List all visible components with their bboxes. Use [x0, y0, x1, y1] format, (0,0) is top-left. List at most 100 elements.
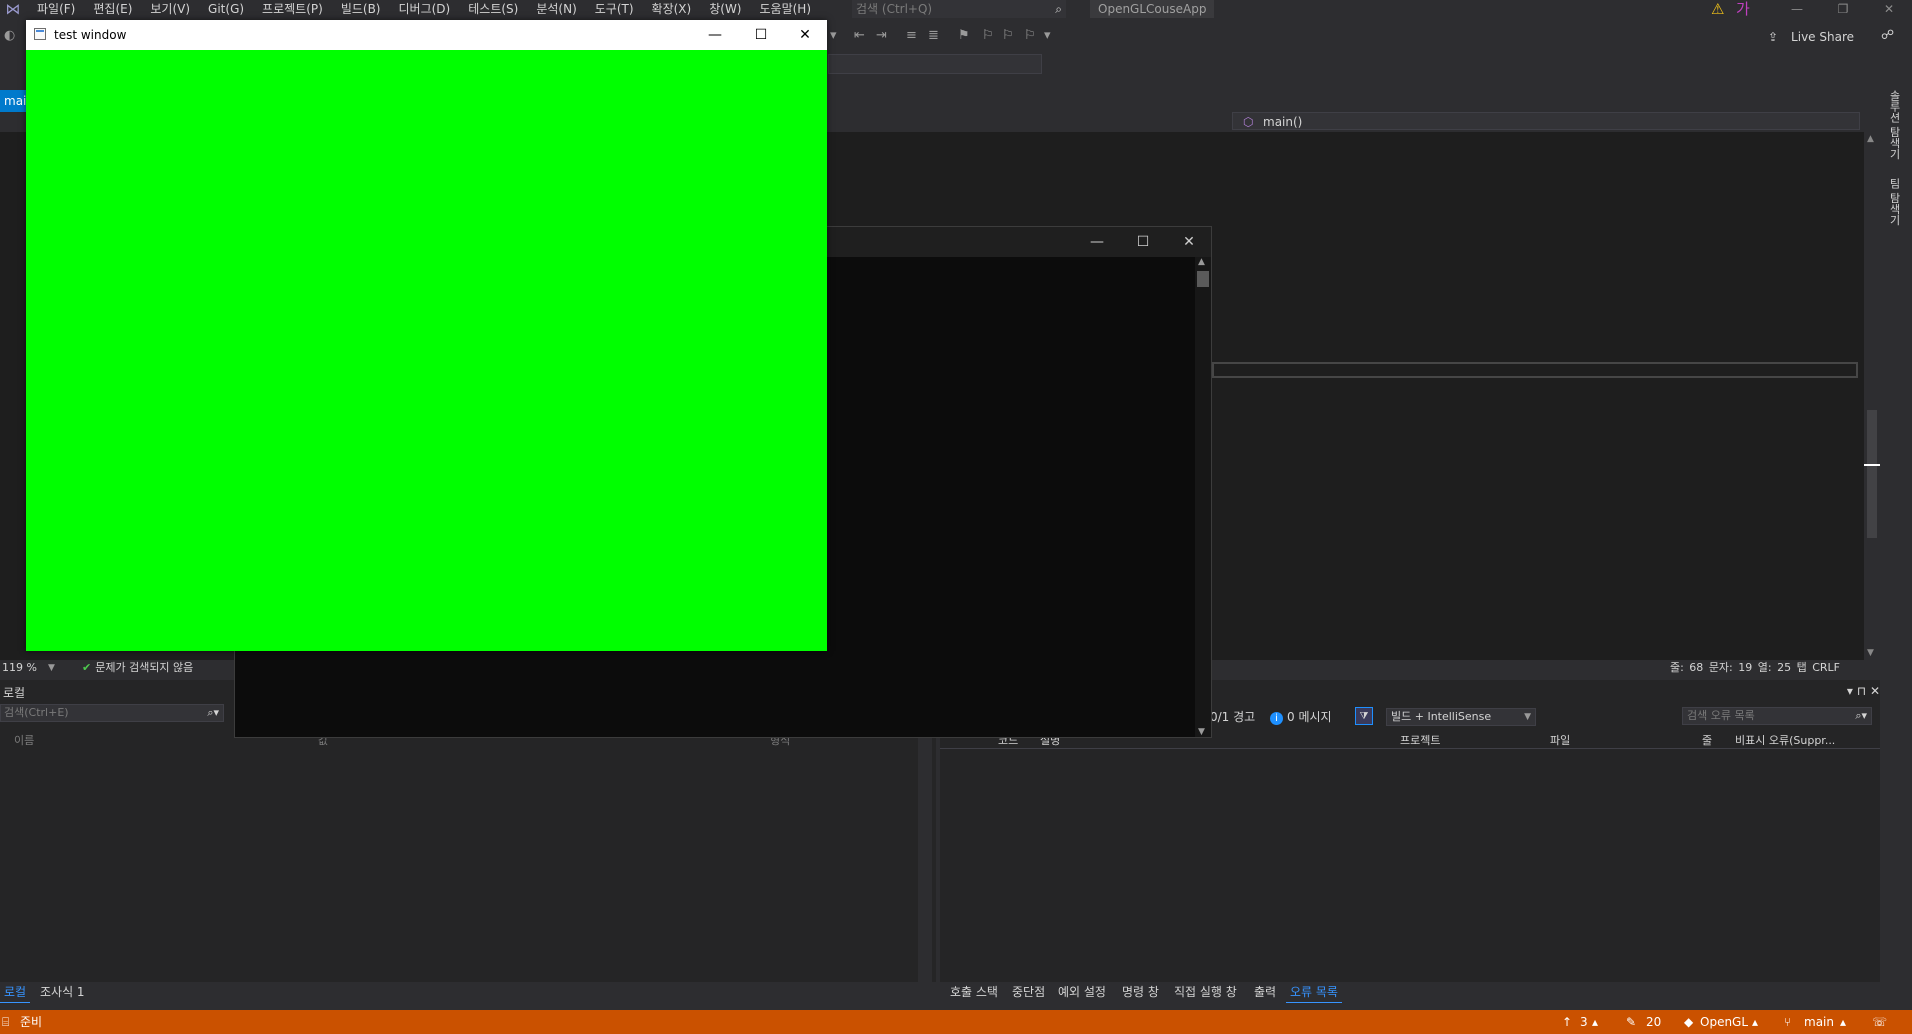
messages-filter[interactable]: i 0 메시지 — [1270, 708, 1332, 725]
panel-controls[interactable]: ▾ ⊓ ✕ — [1847, 684, 1880, 698]
tab-immediate-window[interactable]: 직접 실행 창 — [1170, 982, 1241, 1002]
uncomment-icon[interactable]: ≣ — [928, 28, 939, 43]
build-filter-dropdown[interactable]: 빌드 + IntelliSense ▼ — [1386, 708, 1536, 726]
search-icon[interactable]: ⌕▾ — [1855, 708, 1867, 724]
solution-explorer-tab[interactable]: 솔루션 탐색기 — [1886, 90, 1902, 160]
tab-locals[interactable]: 로컬 — [0, 982, 31, 1003]
scrollbar-thumb[interactable] — [1867, 410, 1877, 538]
minimize-icon[interactable]: — — [1782, 0, 1812, 18]
menu-window[interactable]: 창(W) — [700, 0, 750, 18]
toolbar-overflow-icon[interactable]: ▾ — [1044, 28, 1051, 43]
scroll-up-icon[interactable]: ▲ — [1867, 134, 1874, 144]
menu-view[interactable]: 보기(V) — [141, 0, 199, 18]
console-scrollbar[interactable]: ▲ ▼ — [1195, 257, 1211, 737]
menu-file[interactable]: 파일(F) — [28, 0, 84, 18]
right-tool-strip: 솔루션 탐색기 팀 탐색기 — [1880, 90, 1912, 1006]
repo-icon[interactable]: ◆ — [1684, 1010, 1693, 1034]
column-project[interactable]: 프로젝트 — [1400, 732, 1440, 748]
scroll-down-icon[interactable]: ▼ — [1198, 727, 1205, 737]
toolbar-dropdown-icon[interactable]: ▾ — [830, 28, 837, 43]
clear-bookmarks-icon[interactable]: ⚐ — [1024, 28, 1036, 43]
indent-icon[interactable]: ⇤ — [854, 28, 865, 43]
tab-command-window[interactable]: 명령 창 — [1118, 982, 1163, 1002]
live-share-button[interactable]: Live Share — [1791, 30, 1854, 44]
editor-scrollbar[interactable]: ▲ ▼ — [1864, 132, 1880, 660]
close-icon[interactable]: ✕ — [782, 20, 828, 50]
feedback-icon[interactable]: ☍ — [1881, 28, 1894, 43]
global-search-placeholder: 검색 (Ctrl+Q) — [856, 2, 933, 16]
toolbar-icon[interactable]: ◐ — [4, 28, 15, 43]
tab-call-stack[interactable]: 호출 스택 — [946, 982, 1002, 1002]
line-ending[interactable]: CRLF — [1812, 661, 1840, 674]
chevron-up-icon: ▴ — [1840, 1015, 1847, 1029]
next-bookmark-icon[interactable]: ⚐ — [1002, 28, 1014, 43]
scroll-down-icon[interactable]: ▼ — [1867, 648, 1874, 658]
locals-scrollbar[interactable] — [918, 720, 932, 982]
branch-icon[interactable]: ⑂ — [1784, 1010, 1791, 1034]
issues-indicator[interactable]: ✔ 문제가 검색되지 않음 — [82, 660, 193, 676]
repository-name[interactable]: OpenGL — [1700, 1010, 1748, 1034]
close-icon[interactable]: ✕ — [1874, 0, 1904, 18]
tab-output[interactable]: 출력 — [1250, 982, 1280, 1002]
notifications-icon[interactable]: ☏ — [1872, 1010, 1887, 1034]
warnings-filter[interactable]: 0/1 경고 — [1210, 708, 1255, 725]
maximize-icon[interactable]: ☐ — [738, 20, 784, 50]
menu-debug[interactable]: 디버그(D) — [390, 0, 460, 18]
current-line-highlight — [1212, 362, 1858, 378]
restore-icon[interactable]: ❐ — [1828, 0, 1858, 18]
filter-icon[interactable]: ⧩ — [1355, 707, 1373, 725]
menu-project[interactable]: 프로젝트(P) — [253, 0, 332, 18]
menu-edit[interactable]: 편집(E) — [84, 0, 141, 18]
tab-breakpoints[interactable]: 중단점 — [1008, 982, 1049, 1002]
menu-tools[interactable]: 도구(T) — [586, 0, 643, 18]
chevron-down-icon[interactable]: ▼ — [48, 660, 55, 676]
menu-build[interactable]: 빌드(B) — [332, 0, 390, 18]
push-icon[interactable]: ↑ — [1562, 1010, 1572, 1034]
comment-icon[interactable]: ≡ — [906, 28, 917, 43]
column-line[interactable]: 줄 — [1702, 732, 1712, 748]
branch-name[interactable]: main — [1804, 1010, 1834, 1034]
minimize-icon[interactable]: — — [1075, 227, 1119, 257]
error-search-input[interactable]: 검색 오류 목록 ⌕▾ — [1682, 707, 1872, 725]
minimize-icon[interactable]: — — [692, 20, 738, 50]
scroll-up-icon[interactable]: ▲ — [1198, 257, 1205, 267]
unpushed-commits[interactable]: 3 — [1580, 1010, 1588, 1034]
chevron-up-icon: ▴ — [1752, 1015, 1759, 1029]
ime-indicator[interactable]: 가 — [1736, 0, 1750, 18]
column-suppression[interactable]: 비표시 오류(Suppr... — [1735, 732, 1835, 748]
test-window-titlebar[interactable]: test window — ☐ ✕ — [26, 20, 827, 50]
zoom-level[interactable]: 119 % — [2, 660, 37, 676]
scrollbar-thumb[interactable] — [1197, 271, 1209, 287]
menu-help[interactable]: 도움말(H) — [751, 0, 821, 18]
column-name[interactable]: 이름 — [14, 732, 34, 748]
scope-dropdown[interactable]: ⬡ main() — [1232, 112, 1860, 130]
close-icon[interactable]: ✕ — [1167, 227, 1211, 257]
bookmark-icon[interactable]: ⚑ — [958, 28, 970, 43]
global-search-input[interactable]: 검색 (Ctrl+Q) ⌕ — [852, 0, 1066, 18]
maximize-icon[interactable]: ☐ — [1121, 227, 1165, 257]
solution-name: OpenGLCouseApp — [1090, 0, 1215, 18]
menu-test[interactable]: 테스트(S) — [459, 0, 527, 18]
warning-icon[interactable]: ⚠ — [1711, 0, 1724, 18]
column-file[interactable]: 파일 — [1550, 732, 1570, 748]
prev-bookmark-icon[interactable]: ⚐ — [982, 28, 994, 43]
pending-changes[interactable]: 20 — [1646, 1010, 1661, 1034]
opengl-render-canvas[interactable] — [26, 50, 827, 651]
visual-studio-logo-icon[interactable]: ⋈ — [2, 0, 24, 18]
locals-search-input[interactable]: 검색(Ctrl+E) ⌕▾ — [0, 704, 224, 722]
tab-exception-settings[interactable]: 예외 설정 — [1054, 982, 1110, 1002]
menu-extensions[interactable]: 확장(X) — [643, 0, 701, 18]
menu-git[interactable]: Git(G) — [199, 0, 253, 18]
issues-label: 문제가 검색되지 않음 — [95, 661, 194, 674]
pencil-icon[interactable]: ✎ — [1626, 1010, 1636, 1034]
menu-analyze[interactable]: 분석(N) — [527, 0, 585, 18]
live-share-icon[interactable]: ⇪ — [1768, 30, 1778, 44]
tab-mode[interactable]: 탭 — [1797, 661, 1807, 674]
configuration-dropdown[interactable] — [828, 54, 1042, 74]
tab-watch-1[interactable]: 조사식 1 — [36, 982, 89, 1002]
tab-error-list[interactable]: 오류 목록 — [1286, 982, 1342, 1003]
search-icon[interactable]: ⌕▾ — [207, 705, 219, 721]
outdent-icon[interactable]: ⇥ — [876, 28, 887, 43]
test-window[interactable]: test window — ☐ ✕ — [26, 20, 827, 651]
team-explorer-tab[interactable]: 팀 탐색기 — [1886, 178, 1902, 226]
